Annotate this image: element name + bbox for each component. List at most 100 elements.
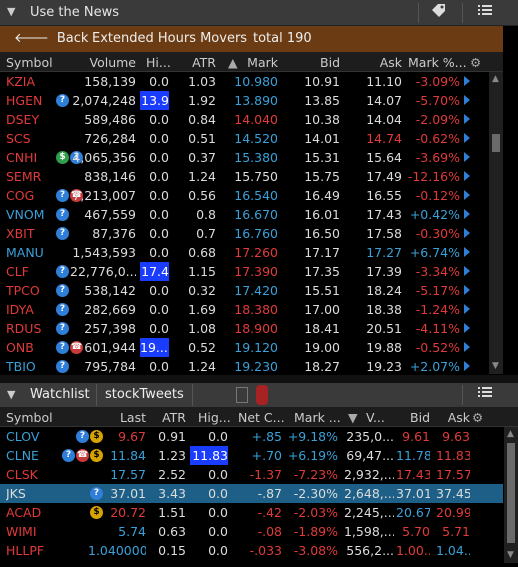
expand-arrow-icon[interactable] <box>464 190 470 200</box>
col-high[interactable]: Hig... <box>198 410 230 425</box>
table-row[interactable]: TPCO? 538,142 0.0 0.32 17.420 15.51 18.24 -5.17… <box>0 281 488 300</box>
col-high[interactable]: Hi... <box>146 55 170 70</box>
col-symbol[interactable]: Symbol <box>6 410 53 425</box>
high-cell: 0.0 <box>149 226 169 241</box>
chevron-down-icon[interactable]: ▼ <box>7 5 15 18</box>
settings-gear-icon[interactable]: ⚙ <box>472 410 484 425</box>
menu-icon[interactable] <box>470 3 500 23</box>
table-row[interactable]: COG? ☎ 7,213,007 0.0 0.56 16.540 16.49 16.55 -0.… <box>0 186 488 205</box>
expand-arrow-icon[interactable] <box>464 266 470 276</box>
question-icon[interactable]: ? <box>56 341 69 354</box>
col-ask[interactable]: Ask <box>376 55 402 70</box>
expand-arrow-icon[interactable] <box>464 228 470 238</box>
table-row[interactable]: CNHI $? 4,065,356 0.0 0.37 15.380 15.31 15.64 -3… <box>0 148 488 167</box>
scroll-thumb[interactable] <box>492 134 500 152</box>
expand-arrow-icon[interactable] <box>464 209 470 219</box>
question-icon[interactable]: ? <box>56 303 69 316</box>
scroll-up-icon[interactable]: ▲ <box>492 74 499 84</box>
table-row[interactable]: HGEN? 2,074,248 13.9 1.92 13.890 13.85 14.07 -5… <box>0 91 488 110</box>
expand-arrow-icon[interactable] <box>464 76 470 86</box>
expand-arrow-icon[interactable] <box>464 361 470 371</box>
hold-button-icon[interactable] <box>256 385 268 405</box>
sort-ascending-icon[interactable]: ▲ <box>228 55 242 70</box>
panel-splitter[interactable] <box>0 375 518 383</box>
bid-cell: 11.78 <box>396 448 430 463</box>
expand-arrow-icon[interactable] <box>464 114 470 124</box>
question-icon[interactable]: ? <box>56 284 69 297</box>
expand-arrow-icon[interactable] <box>464 342 470 352</box>
sort-descending-icon[interactable]: ▼ <box>348 410 362 425</box>
movers-scrollbar[interactable]: ▲ ▼ <box>489 72 503 374</box>
question-icon[interactable]: ? <box>56 227 69 240</box>
expand-arrow-icon[interactable] <box>464 95 470 105</box>
scroll-up-icon[interactable]: ▲ <box>507 429 514 439</box>
col-symbol[interactable]: Symbol <box>6 55 53 70</box>
mark-cell: 17.390 <box>234 264 278 279</box>
col-mark-pct[interactable]: Mark %... <box>408 55 468 70</box>
mark-cell: 18.380 <box>234 302 278 317</box>
table-row[interactable]: IDYA? 282,669 0.0 1.69 18.380 17.00 18.38 -1.24… <box>0 300 488 319</box>
scroll-thumb[interactable] <box>507 443 515 543</box>
table-row[interactable]: ACAD $20.72 1.51 0.0 -.42 -2.03% 2,245,... 20.6… <box>0 503 503 522</box>
table-row[interactable]: CLOV? $9.67 0.91 0.0 +.85 +9.18% 235,0... 9.61 9… <box>0 427 503 446</box>
table-row[interactable]: KZIA 158,139 0.0 1.03 10.980 10.91 11.10 -3.09% <box>0 72 488 91</box>
symbol-cell: SEMR <box>6 169 42 184</box>
watchlist-selector[interactable]: stockTweets <box>96 384 193 406</box>
col-atr[interactable]: ATR <box>156 410 186 425</box>
question-icon[interactable]: ? <box>56 94 69 107</box>
tablet-icon[interactable] <box>236 387 248 403</box>
table-row[interactable]: DSEY 589,486 0.0 0.84 14.040 10.38 14.04 -2.09% <box>0 110 488 129</box>
question-icon[interactable]: ? <box>56 360 69 373</box>
table-row[interactable]: RDUS? 257,398 0.0 1.08 18.900 18.41 20.51 -4.11… <box>0 319 488 338</box>
expand-arrow-icon[interactable] <box>464 171 470 181</box>
col-mark-pct[interactable]: Mark ... <box>294 410 340 425</box>
question-icon[interactable]: ? <box>56 189 69 202</box>
table-row[interactable]: CLSK 17.57 2.52 0.0 -1.37 -7.23% 2,932,... 17.4… <box>0 465 503 484</box>
col-volume[interactable]: Volume <box>84 55 137 70</box>
expand-arrow-icon[interactable] <box>464 247 470 257</box>
settings-gear-icon[interactable]: ⚙ <box>470 55 484 70</box>
tag-icon[interactable] <box>424 3 454 23</box>
table-row[interactable]: WIMI 5.74 0.63 0.0 -.08 -1.89% 1,598,... 5.70 5.… <box>0 522 503 541</box>
table-row[interactable]: ONB? ☎ 601,944 19.... 0.52 19.120 19.00 19.88 -0… <box>0 338 488 357</box>
watchlist-scrollbar[interactable]: ▲ ▼ <box>504 427 518 563</box>
table-row[interactable]: CLNE? ☎ $11.84 1.23 11.83 +.70 +6.19% 69,47... 1… <box>0 446 503 465</box>
mark-pct-cell: -5.17% <box>415 283 460 298</box>
table-row[interactable]: XBIT? 87,376 0.0 0.7 16.760 16.50 17.58 -0.30% <box>0 224 488 243</box>
question-icon[interactable]: ? <box>56 208 69 221</box>
table-row[interactable]: CLF? 22,776,0... 17.4 1.15 17.390 17.35 17.39-… <box>0 262 488 281</box>
atr-cell: 2.52 <box>158 467 186 482</box>
mark-cell: 10.980 <box>234 74 278 89</box>
col-net-change[interactable]: Net C... <box>238 410 286 425</box>
earnings-icon[interactable]: $ <box>56 151 69 164</box>
col-ask[interactable]: Ask <box>444 410 470 425</box>
table-row[interactable]: SCS 726,284 0.0 0.51 14.520 14.01 14.74 -0.62% <box>0 129 488 148</box>
expand-arrow-icon[interactable] <box>464 304 470 314</box>
table-row[interactable]: JKS? 37.01 3.43 0.0 -.87 -2.30% 2,648,... 37.01… <box>0 484 503 503</box>
expand-arrow-icon[interactable] <box>464 152 470 162</box>
scroll-down-icon[interactable]: ▼ <box>507 550 514 560</box>
table-row[interactable]: HLLPF 1.040000 0.15 0.0 -.033 -3.08% 556,2... 1… <box>0 541 503 560</box>
col-bid[interactable]: Bid <box>400 410 430 425</box>
col-volume[interactable]: V... <box>366 410 388 425</box>
question-icon[interactable]: ? <box>62 449 75 462</box>
question-icon[interactable]: ? <box>56 322 69 335</box>
expand-arrow-icon[interactable] <box>464 285 470 295</box>
question-icon[interactable]: ? <box>56 265 69 278</box>
col-bid[interactable]: Bid <box>312 55 340 70</box>
menu-icon[interactable] <box>470 385 500 405</box>
col-atr[interactable]: ATR <box>184 55 216 70</box>
col-last[interactable]: Last <box>112 410 146 425</box>
table-row[interactable]: TBIO? 795,784 0.0 1.24 19.230 18.27 19.23 +2.07… <box>0 357 488 376</box>
atr-cell: 0.56 <box>188 188 216 203</box>
expand-arrow-icon[interactable] <box>464 323 470 333</box>
chevron-down-icon[interactable]: ▼ <box>7 388 15 401</box>
expand-arrow-icon[interactable] <box>464 133 470 143</box>
scroll-down-icon[interactable]: ▼ <box>492 361 499 371</box>
net-change-cell: -.033 <box>249 543 282 558</box>
col-mark[interactable]: Mark <box>244 55 278 70</box>
back-button[interactable]: 🡐 Back <box>8 29 94 49</box>
table-row[interactable]: MANU 1,543,593 0.0 0.68 17.260 17.17 17.27 +6.7… <box>0 243 488 262</box>
table-row[interactable]: SEMR 838,146 0.0 1.24 15.750 15.75 17.49 -12.16… <box>0 167 488 186</box>
table-row[interactable]: VNOM? 467,559 0.0 0.8 16.670 16.01 17.43 +0.42% <box>0 205 488 224</box>
